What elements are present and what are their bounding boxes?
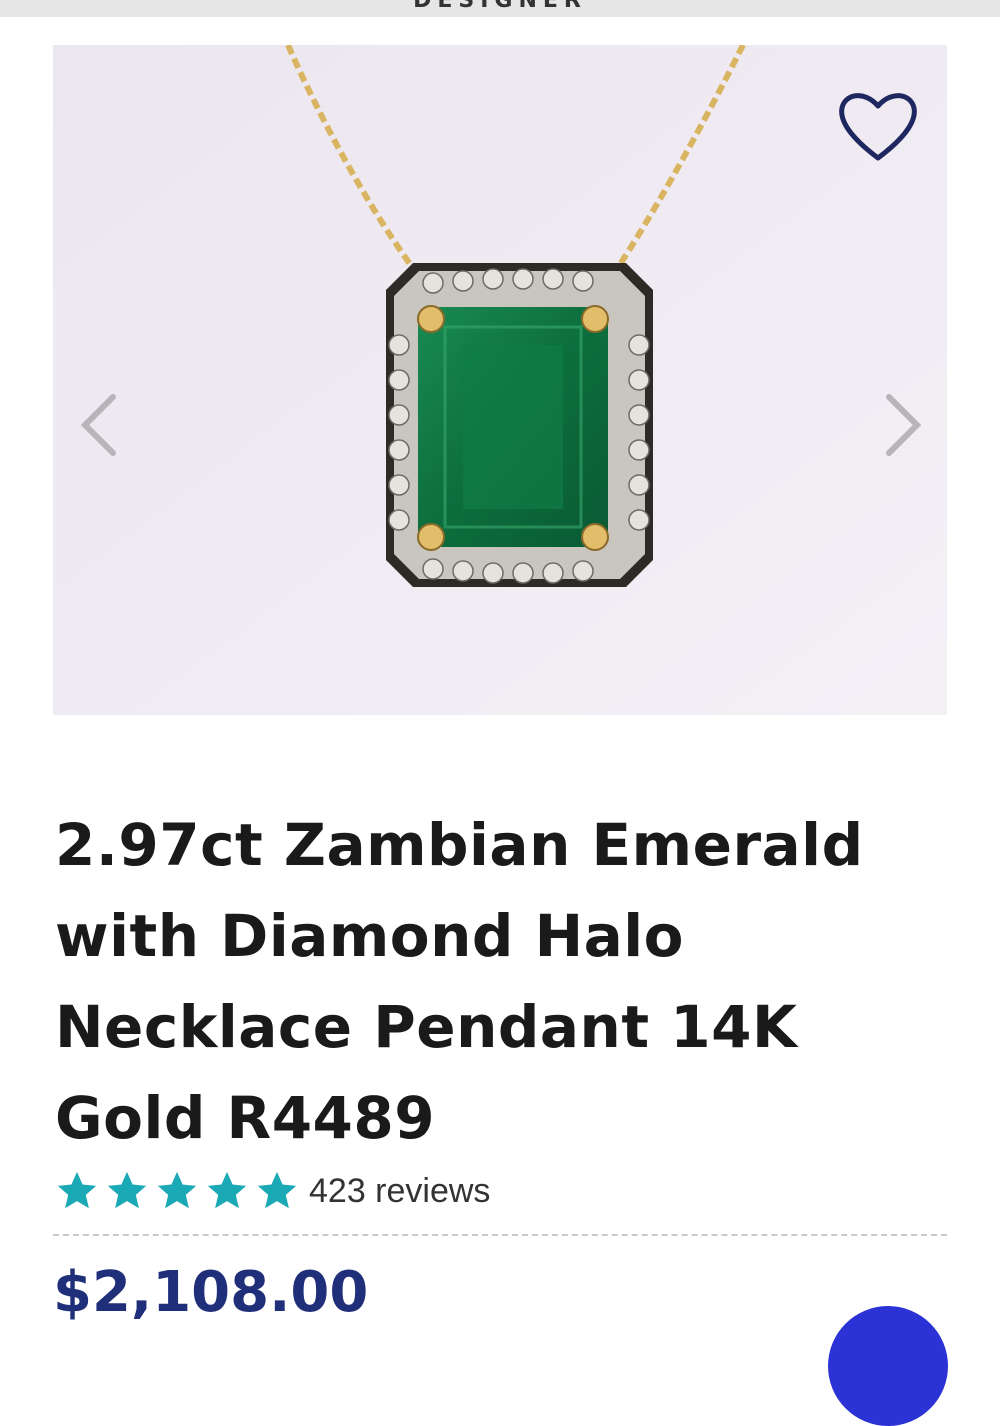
heart-outline-icon (839, 93, 917, 161)
product-image-gallery[interactable] (53, 45, 947, 715)
star-icon (257, 1171, 297, 1209)
reviews-link[interactable]: 423 reviews (309, 1172, 490, 1211)
rating-stars (53, 1168, 301, 1214)
brand-logo-text: DESIGNER (413, 0, 587, 13)
floating-action-button[interactable] (828, 1306, 948, 1426)
next-image-button[interactable] (871, 385, 931, 465)
previous-image-button[interactable] (71, 385, 131, 465)
star-icon (207, 1171, 247, 1209)
chevron-left-icon (80, 394, 116, 456)
product-rating[interactable]: 423 reviews (53, 1166, 490, 1216)
top-bar: DESIGNER (0, 0, 1000, 17)
product-photo (53, 45, 947, 715)
product-title: 2.97ct Zambian Emerald with Diamond Halo… (55, 811, 864, 1152)
wishlist-button[interactable] (836, 88, 920, 164)
star-icon (57, 1171, 97, 1209)
star-icon (107, 1171, 147, 1209)
star-icon (157, 1171, 197, 1209)
product-price: $2,108.00 (53, 1260, 369, 1325)
divider (53, 1234, 947, 1236)
chevron-right-icon (886, 394, 922, 456)
